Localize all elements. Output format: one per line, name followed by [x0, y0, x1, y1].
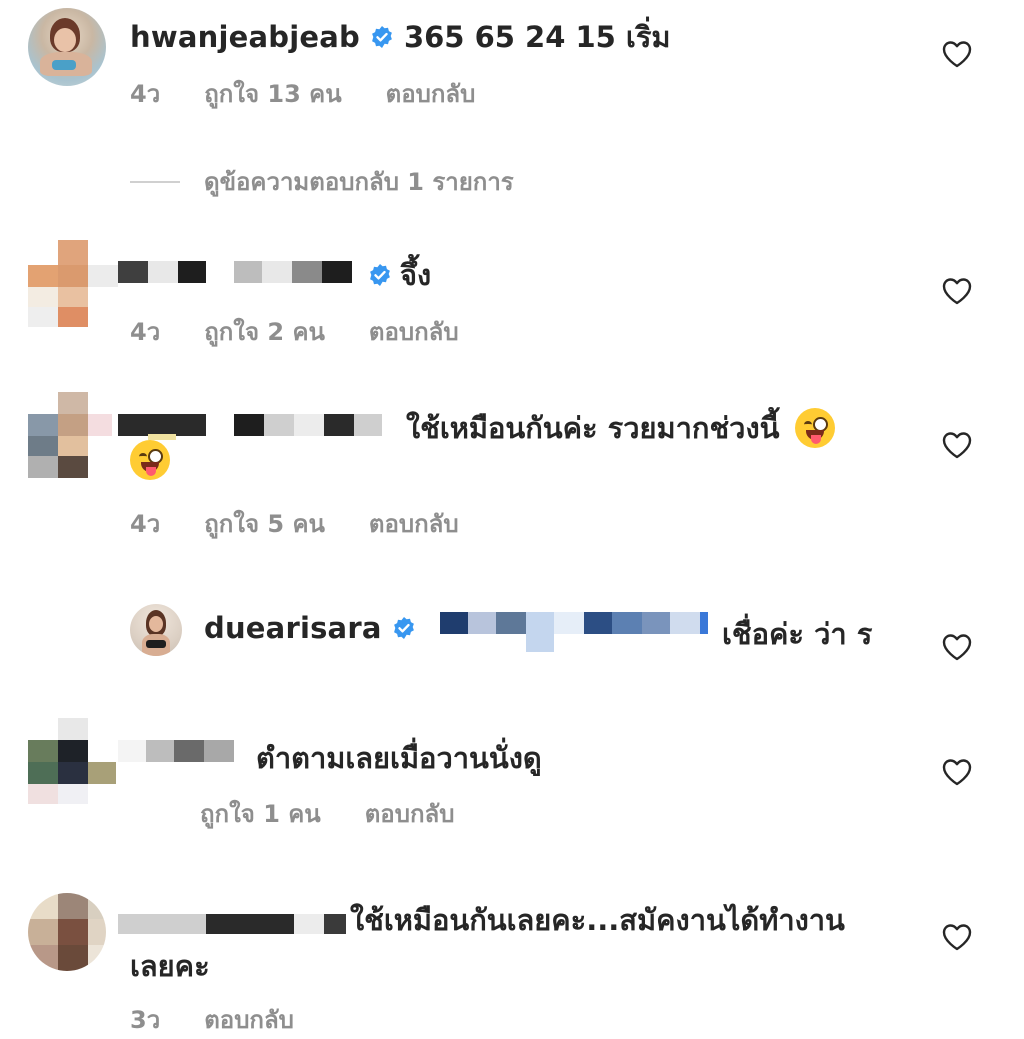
heart-outline-icon[interactable] [941, 632, 973, 662]
view-replies-button[interactable]: ดูข้อความตอบกลับ 1 รายการ [130, 162, 514, 201]
heart-outline-icon[interactable] [941, 276, 973, 306]
comment-time: 4ว [130, 510, 161, 538]
heart-outline-icon[interactable] [941, 922, 973, 952]
reply-button[interactable]: ตอบกลับ [369, 504, 459, 543]
comment-likes-count[interactable]: ถูกใจ 13 คน [204, 74, 341, 113]
avatar[interactable] [28, 240, 118, 330]
reply-username[interactable]: duearisara [204, 611, 382, 645]
comment-username[interactable]: hwanjeabjeab [130, 20, 360, 54]
avatar[interactable] [28, 718, 118, 808]
avatar[interactable] [28, 8, 106, 86]
comment-text: ตำตามเลยเมื่อวานนั่งดู [256, 741, 542, 775]
comment-text: ใช้เหมือนกันค่ะ รวยมากช่วงนี้ [406, 411, 780, 445]
verified-badge-icon [393, 617, 414, 639]
reply-text: เชื่อค่ะ ว่า ร [722, 617, 873, 651]
comment-time: 3ว [130, 1006, 161, 1034]
view-replies-label: ดูข้อความตอบกลับ 1 รายการ [204, 168, 514, 196]
winking-face-with-tongue-emoji [130, 440, 170, 480]
heart-outline-icon[interactable] [941, 430, 973, 460]
comment-likes-count[interactable]: ถูกใจ 2 คน [204, 312, 325, 351]
comment-time: 4ว [130, 80, 161, 108]
avatar[interactable] [130, 604, 182, 656]
comment-likes-count[interactable]: ถูกใจ 5 คน [204, 504, 325, 543]
comment-text: จึ้ง [400, 258, 432, 292]
heart-outline-icon[interactable] [941, 39, 973, 69]
winking-face-with-tongue-emoji [795, 408, 836, 448]
reply-button[interactable]: ตอบกลับ [204, 1000, 294, 1039]
reply-button[interactable]: ตอบกลับ [369, 312, 459, 351]
blurred-username[interactable] [118, 412, 393, 440]
comment-text-line-2: เลยคะ [130, 949, 210, 983]
heart-outline-icon[interactable] [941, 757, 973, 787]
avatar[interactable] [28, 392, 118, 482]
comment-text: 365 65 24 15 เริ่ม [403, 20, 671, 54]
avatar[interactable] [28, 893, 106, 971]
blurred-username[interactable] [118, 261, 354, 283]
blurred-username[interactable] [118, 740, 238, 762]
comment-likes-count[interactable]: ถูกใจ 1 คน [200, 794, 321, 833]
verified-badge-icon [372, 26, 392, 48]
comment-time: 4ว [130, 318, 161, 346]
reply-button[interactable]: ตอบกลับ [386, 74, 476, 113]
blurred-mention[interactable] [440, 612, 715, 654]
blurred-username[interactable] [118, 912, 348, 936]
comment-text-line-1: ใช้เหมือนกันเลยคะ...สมัคงานได้ทำงาน [350, 903, 845, 937]
view-replies-divider [130, 180, 180, 183]
verified-badge-icon [370, 264, 390, 286]
reply-button[interactable]: ตอบกลับ [365, 794, 455, 833]
